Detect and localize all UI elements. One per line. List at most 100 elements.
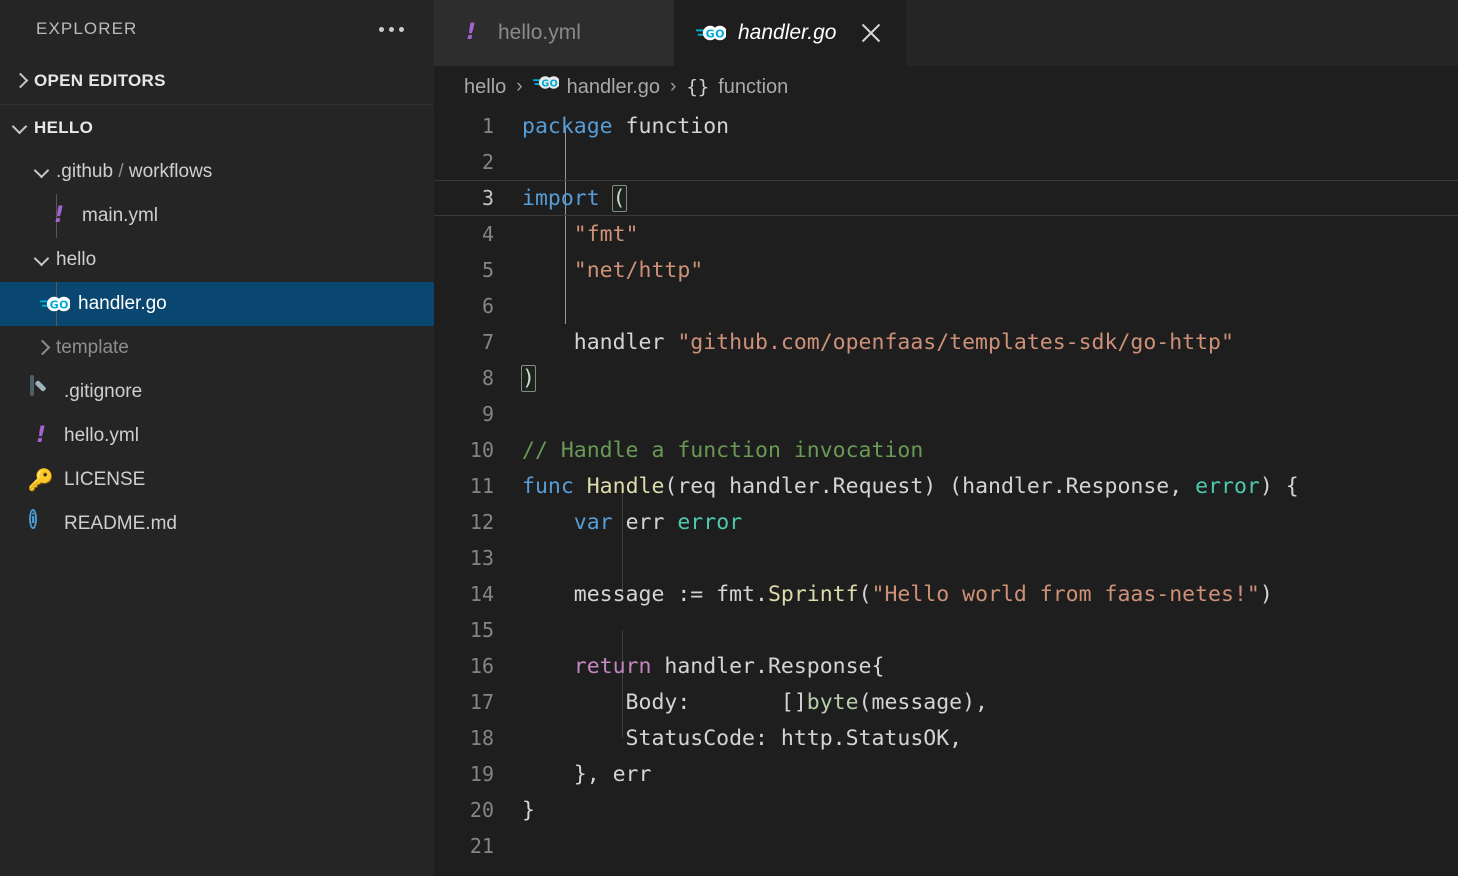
code-line: 11 func Handle(req handler.Request) (han… xyxy=(434,468,1458,504)
info-icon: i xyxy=(29,509,38,529)
go-icon: G O xyxy=(532,74,560,100)
breadcrumb-item-hello[interactable]: hello xyxy=(464,76,506,99)
code-line: 6 xyxy=(434,288,1458,324)
go-icon: G O xyxy=(40,289,70,319)
section-hello[interactable]: HELLO xyxy=(0,104,434,150)
svg-text:G: G xyxy=(541,78,549,89)
chevron-down-icon xyxy=(8,115,34,141)
chevron-down-icon xyxy=(30,159,56,185)
chevron-right-icon xyxy=(8,68,34,94)
code-line: 10 // Handle a function invocation xyxy=(434,432,1458,468)
line-number: 15 xyxy=(469,618,494,642)
tree-item-hello-folder[interactable]: hello xyxy=(0,238,434,282)
code-line: 13 xyxy=(434,540,1458,576)
line-number: 20 xyxy=(469,798,494,822)
chevron-right-icon xyxy=(30,335,56,361)
key-icon: 🔑 xyxy=(27,468,55,492)
svg-text:O: O xyxy=(59,299,68,312)
code-line: 18 StatusCode: http.StatusOK, xyxy=(434,720,1458,756)
code-line: 8 ) xyxy=(434,360,1458,396)
line-content: Body: []byte(message), xyxy=(522,689,989,715)
go-icon: G O xyxy=(695,18,728,48)
tab-hello-yml[interactable]: ! hello.yml xyxy=(434,0,674,66)
tree-item-gitignore[interactable]: .gitignore xyxy=(0,370,434,414)
line-content: var err error xyxy=(573,509,743,535)
line-content: "net/http" xyxy=(522,257,704,283)
svg-text:G: G xyxy=(706,28,715,41)
code-line: 7 handler "github.com/openfaas/templates… xyxy=(434,324,1458,360)
tree-item-label: main.yml xyxy=(82,205,159,226)
line-content: import ( xyxy=(522,184,627,212)
explorer-sidebar: EXPLORER OPEN EDITORS HELLO .github / wo… xyxy=(0,0,434,876)
code-line-current: 3 import ( xyxy=(434,180,1458,216)
line-number: 7 xyxy=(481,330,494,354)
line-content: // Handle a function invocation xyxy=(522,437,924,463)
code-line: 1 package function xyxy=(434,108,1458,144)
explorer-title: EXPLORER xyxy=(36,19,138,38)
line-content: "fmt" xyxy=(522,221,639,247)
line-number: 4 xyxy=(481,222,494,246)
code-line: 14 message := fmt.Sprintf("Hello world f… xyxy=(434,576,1458,612)
tree-item-github-workflows[interactable]: .github / workflows xyxy=(0,150,434,194)
svg-text:G: G xyxy=(50,299,59,312)
tree-item-template[interactable]: template xyxy=(0,326,434,370)
line-number: 19 xyxy=(469,762,494,786)
code-line: 20 } xyxy=(434,792,1458,828)
line-content: func Handle(req handler.Request) (handle… xyxy=(522,473,1299,499)
tree-item-label: template xyxy=(56,337,129,358)
breadcrumb-label: function xyxy=(718,75,789,98)
close-icon[interactable] xyxy=(858,20,884,46)
line-number: 5 xyxy=(481,258,494,282)
code-line: 12 var err error xyxy=(434,504,1458,540)
tree-item-readme[interactable]: i README.md xyxy=(0,502,434,546)
line-content: }, err xyxy=(522,761,652,787)
code-line: 15 xyxy=(434,612,1458,648)
line-number: 10 xyxy=(469,438,494,462)
file-tree: .github / workflows ! main.yml hello G O… xyxy=(0,150,434,876)
code-line: 5 "net/http" xyxy=(434,252,1458,288)
ellipsis-icon[interactable] xyxy=(375,19,408,40)
tab-bar: ! hello.yml G O handler.go xyxy=(434,0,1458,66)
code-line: 17 Body: []byte(message), xyxy=(434,684,1458,720)
tree-item-main-yml[interactable]: ! main.yml xyxy=(0,194,434,238)
line-content: handler "github.com/openfaas/templates-s… xyxy=(522,329,1234,355)
code-line: 16 return handler.Response{ xyxy=(434,648,1458,684)
tree-item-label: README.md xyxy=(64,513,177,534)
chevron-right-icon: › xyxy=(516,76,523,97)
tree-item-license[interactable]: 🔑 LICENSE xyxy=(0,458,434,502)
chevron-right-icon: › xyxy=(670,76,677,97)
breadcrumb-item-function[interactable]: {} function xyxy=(686,76,788,99)
line-number: 2 xyxy=(481,150,494,174)
section-open-editors-label: OPEN EDITORS xyxy=(34,71,166,90)
line-number: 21 xyxy=(469,834,494,858)
code-line: 2 xyxy=(434,144,1458,180)
line-content: message := fmt.Sprintf("Hello world from… xyxy=(522,581,1273,607)
code-editor[interactable]: 1 package function 2 3 import ( 4 "fmt" … xyxy=(434,108,1458,876)
section-hello-label: HELLO xyxy=(34,117,94,137)
tab-handler-go[interactable]: G O handler.go xyxy=(674,0,907,66)
line-number: 18 xyxy=(469,726,494,750)
code-line: 21 xyxy=(434,828,1458,864)
yaml-icon: ! xyxy=(35,423,47,448)
breadcrumb-item-handler-go[interactable]: G O handler.go xyxy=(532,74,660,100)
tab-label: handler.go xyxy=(738,21,837,44)
tree-item-label: .github / workflows xyxy=(56,161,213,182)
line-number: 12 xyxy=(469,510,494,534)
tree-item-hello-yml[interactable]: ! hello.yml xyxy=(0,414,434,458)
tree-item-label: .gitignore xyxy=(64,381,143,402)
yaml-icon: ! xyxy=(465,20,477,45)
line-number: 14 xyxy=(469,582,494,606)
line-number: 3 xyxy=(481,186,494,210)
git-icon xyxy=(26,375,56,407)
tree-item-handler-go[interactable]: G O handler.go xyxy=(0,282,434,326)
line-content: ) xyxy=(521,364,536,392)
svg-text:O: O xyxy=(549,78,557,89)
code-line: 4 "fmt" xyxy=(434,216,1458,252)
line-number: 9 xyxy=(481,402,494,426)
line-number: 16 xyxy=(469,654,494,678)
vscode-window: EXPLORER OPEN EDITORS HELLO .github / wo… xyxy=(0,0,1458,876)
line-content: StatusCode: http.StatusOK, xyxy=(522,725,963,751)
code-line: 19 }, err xyxy=(434,756,1458,792)
section-open-editors[interactable]: OPEN EDITORS xyxy=(0,58,434,104)
tree-item-label: hello.yml xyxy=(64,425,139,446)
